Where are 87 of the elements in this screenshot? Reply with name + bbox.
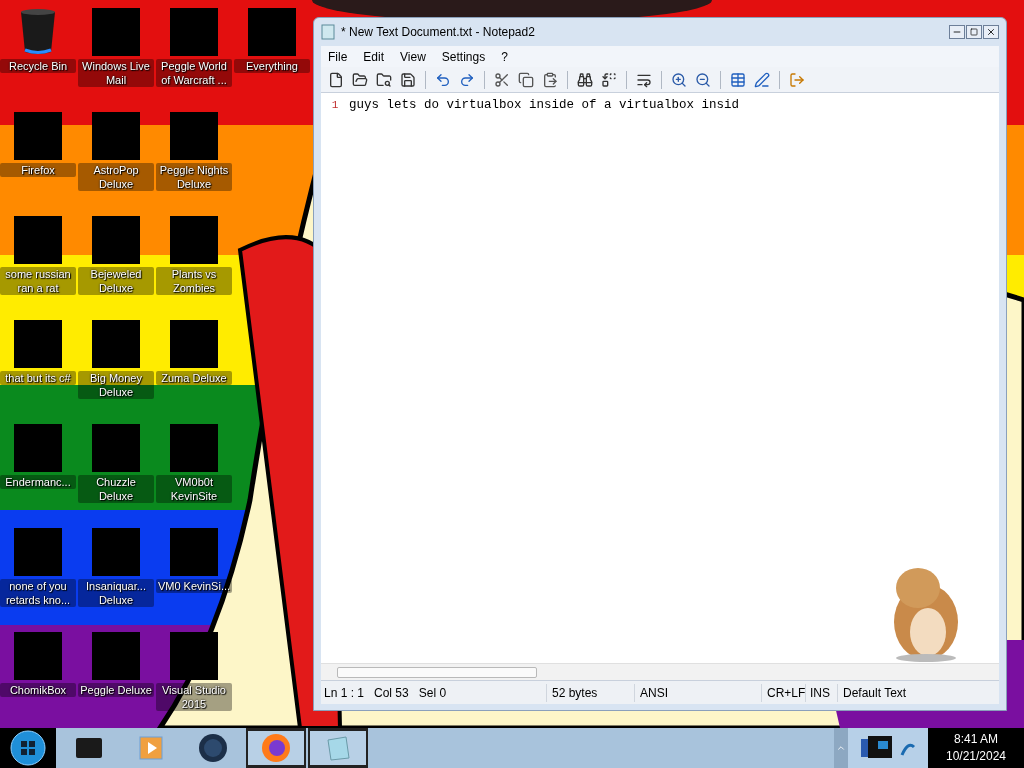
notepad-icon: [324, 734, 352, 762]
censor-block: [170, 320, 218, 368]
status-text: CR+LF: [761, 683, 805, 702]
censor-block: [92, 424, 140, 472]
censor-block: [170, 424, 218, 472]
desktop-icon-label[interactable]: Recycle Bin: [0, 59, 76, 73]
censor-block: [170, 528, 218, 576]
notepad-icon: [321, 24, 335, 40]
desktop-icon-label[interactable]: Insaniquar... Deluxe: [78, 579, 154, 607]
play-icon: [139, 736, 163, 760]
menu-item[interactable]: ?: [495, 47, 514, 66]
replace-icon[interactable]: [601, 71, 617, 88]
table-icon[interactable]: [730, 71, 746, 88]
zoom-in-icon[interactable]: [671, 71, 687, 88]
scissors-icon[interactable]: [494, 71, 510, 88]
scrollbar-thumb[interactable]: [337, 666, 537, 678]
taskbar-button[interactable]: [308, 728, 368, 768]
pen-icon[interactable]: [754, 71, 770, 88]
paste-icon[interactable]: [542, 71, 558, 88]
clock-time[interactable]: 8:41 AM: [954, 731, 998, 748]
window-title: * New Text Document.txt - Notepad2: [341, 24, 535, 41]
censor-block: [170, 216, 218, 264]
editor-text: guys lets do virtualbox inside of a virtualbox insid: [349, 96, 740, 114]
start-button[interactable]: [10, 730, 46, 766]
folder-search-icon[interactable]: [376, 71, 392, 88]
close-icon: [986, 27, 996, 37]
censor-block: [92, 632, 140, 680]
censor-block: [14, 112, 62, 160]
censor-block: [92, 528, 140, 576]
exit-icon[interactable]: [789, 71, 805, 88]
binoculars-icon[interactable]: [577, 71, 593, 88]
taskbar-button[interactable]: [246, 728, 306, 768]
desktop-icon-label[interactable]: Big Money Deluxe: [78, 371, 154, 399]
status-text: Col 53: [374, 684, 409, 702]
zoom-out-icon[interactable]: [695, 71, 711, 88]
censor-block: [14, 320, 62, 368]
clock-date[interactable]: 10/21/2024: [945, 748, 1007, 765]
desktop-icon-label[interactable]: AstroPop Deluxe: [78, 163, 154, 191]
desktop-icon-label[interactable]: Windows Live Mail: [78, 59, 154, 87]
censor-block: [92, 216, 140, 264]
folder-icon[interactable]: [352, 71, 368, 88]
caret-icon: [836, 743, 846, 753]
censor-block: [92, 8, 140, 56]
monitor-icon[interactable]: [860, 735, 894, 761]
desktop-icon-label[interactable]: ChomikBox: [0, 683, 76, 697]
censor-block: [248, 8, 296, 56]
editor-area[interactable]: 1 guys lets do virtualbox inside of a virtualbox insid: [321, 93, 999, 680]
redo-icon[interactable]: [459, 71, 475, 88]
menu-item[interactable]: Settings: [435, 47, 492, 66]
menu-item[interactable]: View: [394, 47, 432, 66]
firefox-icon: [261, 733, 291, 763]
menu-item[interactable]: Edit: [357, 47, 391, 66]
status-text: Sel 0: [418, 684, 447, 702]
censor-block: [14, 632, 62, 680]
desktop-icon-label[interactable]: Peggle Nights Deluxe: [156, 163, 232, 191]
new-file-icon[interactable]: [328, 71, 344, 88]
copy-icon[interactable]: [518, 71, 534, 88]
censor-block: [170, 632, 218, 680]
desktop-icon-label[interactable]: VM0b0t KevinSite: [156, 475, 232, 503]
censor-block: [92, 320, 140, 368]
status-text: Ln 1 : 1: [324, 684, 365, 702]
globe-icon: [198, 733, 228, 763]
censor-block: [14, 528, 62, 576]
desktop-icon-label[interactable]: none of you retards kno...: [0, 579, 76, 607]
censor-block: [170, 8, 218, 56]
desktop-icon-label[interactable]: Firefox: [0, 163, 76, 177]
desktop-icon-label[interactable]: Peggle Deluxe: [78, 683, 154, 697]
censor-block: [92, 112, 140, 160]
minimize-button[interactable]: [949, 25, 965, 39]
censor-block: [170, 112, 218, 160]
desktop-icon-label[interactable]: Everything: [234, 59, 310, 73]
line-number: 1: [330, 97, 340, 113]
status-text: Default Text: [837, 683, 999, 702]
desktop-icon-label[interactable]: Peggle World of Warcraft ...: [156, 59, 232, 87]
status-text: INS: [805, 683, 837, 702]
censor-block: [14, 424, 62, 472]
maximize-icon: [970, 28, 978, 36]
status-text: ANSI: [634, 683, 761, 702]
status-text: 52 bytes: [546, 683, 634, 702]
menu-item[interactable]: File: [322, 47, 354, 66]
desktop-icon-label[interactable]: Chuzzle Deluxe: [78, 475, 154, 503]
close-button[interactable]: [983, 25, 999, 39]
trash-bin-icon: [18, 8, 58, 56]
desktop-icon-label[interactable]: Endermanc...: [0, 475, 76, 489]
undo-icon[interactable]: [435, 71, 451, 88]
save-icon[interactable]: [400, 71, 416, 88]
censor-block: [14, 216, 62, 264]
